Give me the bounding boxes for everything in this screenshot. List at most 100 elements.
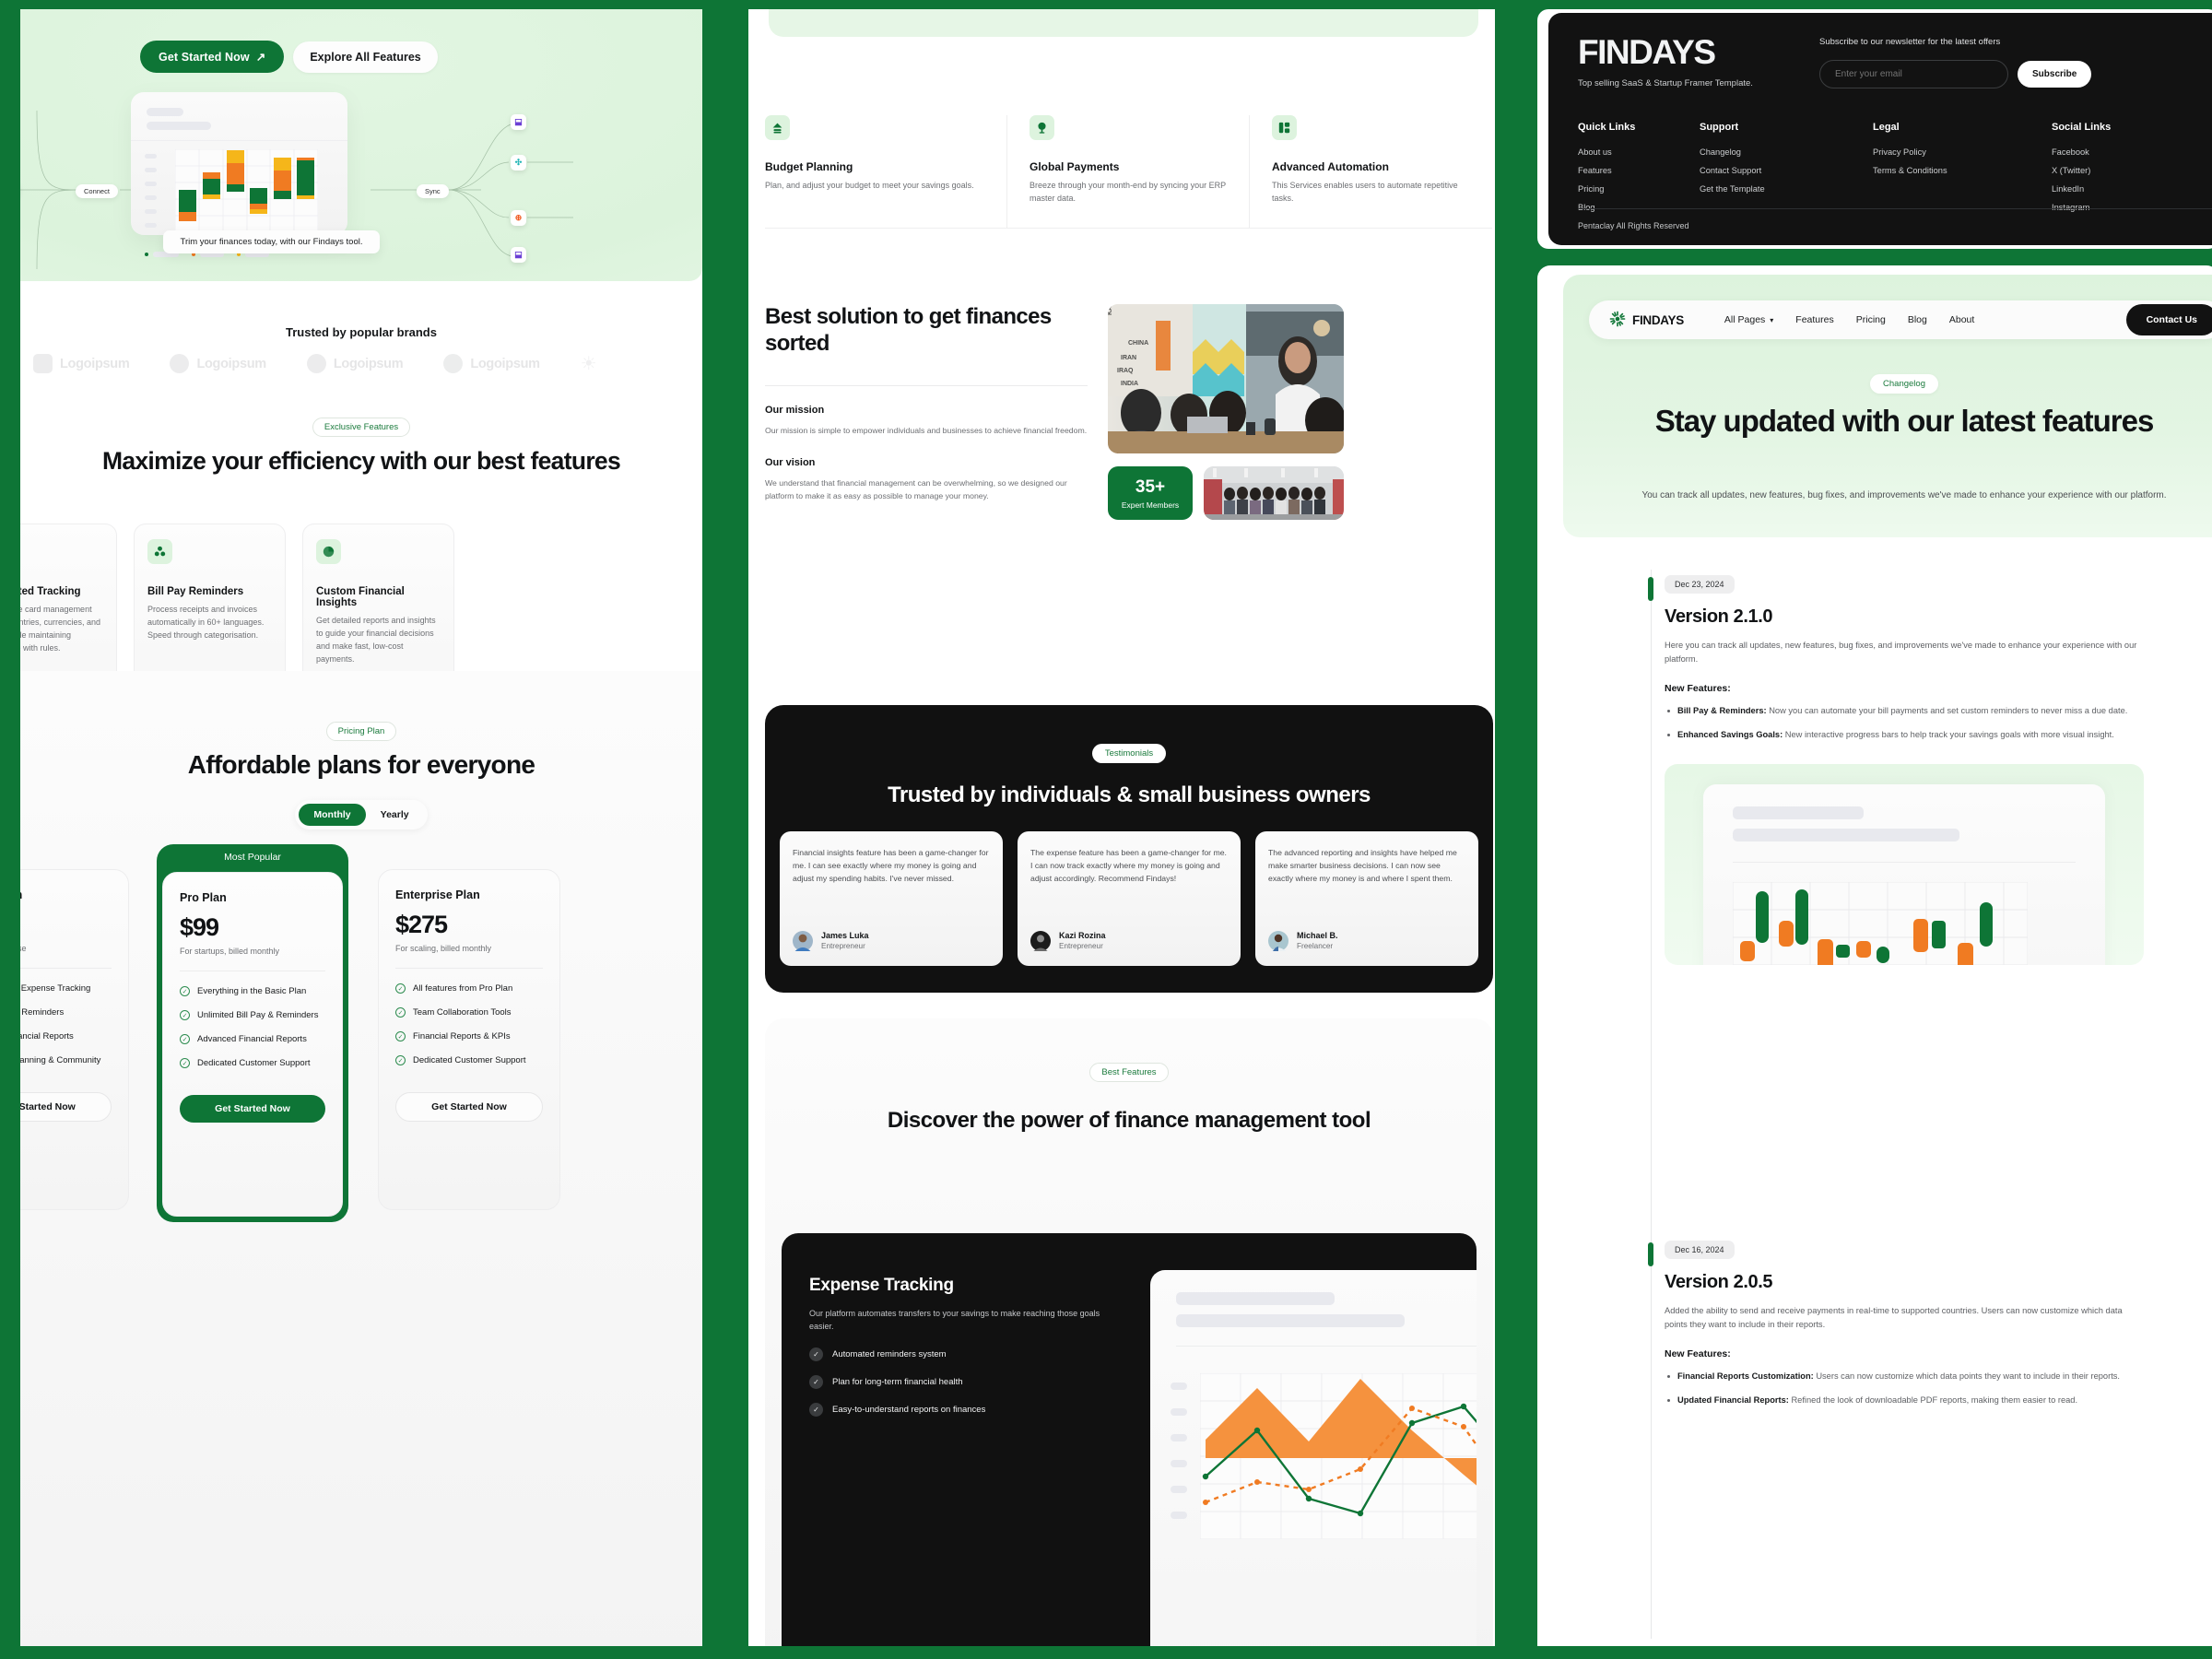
- feature-card-title: Automated Tracking: [20, 586, 81, 597]
- plan-feature: ✓ Everything in the Basic Plan: [180, 986, 325, 996]
- release-chart-card: [1703, 784, 2105, 966]
- logo-mark-icon: [306, 354, 326, 373]
- upload-icon: [765, 115, 790, 140]
- plan-feature: ✓ Unlimited Bill Pay & Reminders: [180, 1010, 325, 1020]
- trusted-brands-title: Trusted by popular brands: [286, 325, 437, 339]
- release-feature-item: Updated Financial Reports: Refined the l…: [1665, 1394, 2144, 1407]
- nav-link-features[interactable]: Features: [1795, 314, 1833, 325]
- plan-cta-basic[interactable]: Get Started Now: [20, 1092, 112, 1122]
- changelog-badge: Changelog: [1870, 374, 1938, 394]
- hero-cta-group: Get Started Now ↗ Explore All Features: [140, 41, 438, 73]
- nav-link-pricing[interactable]: Pricing: [1856, 314, 1886, 325]
- footer-link[interactable]: Contact Support: [1700, 166, 1873, 175]
- brand-logo: Logoipsum: [33, 354, 130, 373]
- newsletter-email-input[interactable]: [1819, 60, 2008, 88]
- cluster-icon: [147, 539, 172, 564]
- changelog-panel: FINDAYS All Pages ▾ Features Pricing Blog…: [1537, 265, 2212, 1659]
- mid-feature-desc: Breeze through your month-end by syncing…: [1030, 181, 1226, 203]
- billing-period-toggle[interactable]: Monthly Yearly: [295, 800, 428, 830]
- about-text-column: Best solution to get finances sorted Our…: [765, 304, 1088, 524]
- footer-panel: FINDAYS Top selling SaaS & Startup Frame…: [1537, 9, 2212, 249]
- footer-link[interactable]: Instagram: [2052, 203, 2212, 212]
- toggle-yearly[interactable]: Yearly: [366, 804, 424, 826]
- app-icon-2: ✣: [511, 155, 526, 171]
- plan-name: Enterprise Plan: [395, 888, 480, 901]
- svg-text:IRAQ: IRAQ: [1117, 368, 1134, 374]
- mid-feature: Advanced Automation This Services enable…: [1250, 115, 1492, 229]
- avatar: [1030, 930, 1051, 951]
- nav-link-blog[interactable]: Blog: [1908, 314, 1927, 325]
- panel-gutter-right: [1537, 249, 2212, 265]
- footer-link[interactable]: Changelog: [1700, 147, 1873, 157]
- release-version: Version 2.1.0: [1665, 606, 1773, 627]
- footer-link[interactable]: Features: [1578, 166, 1700, 175]
- footer-copyright: Pentaclay All Rights Reserved: [1578, 221, 1689, 230]
- newsletter-subscribe-button[interactable]: Subscribe: [2018, 61, 2092, 88]
- mid-feature-desc: This Services enables users to automate …: [1272, 181, 1458, 203]
- footer-link[interactable]: Blog: [1578, 203, 1700, 212]
- hero-dashboard-card: [131, 92, 347, 257]
- mid-feature: Budget Planning Plan, and adjust your bu…: [765, 115, 1007, 229]
- footer-link[interactable]: Pricing: [1578, 184, 1700, 194]
- check-icon: ✓: [180, 1058, 190, 1068]
- release-date: Dec 16, 2024: [1665, 1241, 1735, 1259]
- plan-cta-pro[interactable]: Get Started Now: [180, 1095, 325, 1123]
- footer-tagline: Top selling SaaS & Startup Framer Templa…: [1578, 78, 1753, 88]
- plan-feature: ✓Budget Planning & Community: [20, 1055, 101, 1065]
- svg-text:INDIA: INDIA: [1121, 381, 1138, 387]
- connect-node: Connect: [76, 184, 118, 198]
- frame-edge-bottom: [0, 1646, 2212, 1659]
- about-heading: Best solution to get finances sorted: [765, 304, 1052, 356]
- brand-logo: Logoipsum: [170, 354, 266, 373]
- release-feature-item: Financial Reports Customization: Users c…: [1665, 1370, 2144, 1383]
- expense-tracking-chart: [1200, 1373, 1477, 1539]
- nav-link-all-pages[interactable]: All Pages ▾: [1724, 314, 1773, 325]
- footer-link[interactable]: Terms & Conditions: [1873, 166, 2052, 175]
- plan-name: Pro Plan: [180, 891, 227, 904]
- hero-stacked-bar-chart: [175, 149, 318, 232]
- plan-price: $275: [395, 911, 448, 938]
- expense-tracking-desc: Our platform automates transfers to your…: [809, 1309, 1100, 1332]
- navbar-logo[interactable]: FINDAYS: [1609, 311, 1684, 330]
- release-feature-item: Enhanced Savings Goals: New interactive …: [1665, 728, 2144, 742]
- footer-link[interactable]: LinkedIn: [2052, 184, 2212, 194]
- footer-link[interactable]: Facebook: [2052, 147, 2212, 157]
- footer-logo: FINDAYS: [1578, 33, 1716, 71]
- footer-link[interactable]: Get the Template: [1700, 184, 1873, 194]
- footer-column-legal: Legal Privacy Policy Terms & Conditions: [1873, 122, 2052, 221]
- plan-feature: ✓Bill Pay & Reminders: [20, 1007, 65, 1018]
- contact-us-button[interactable]: Contact Us: [2125, 304, 2212, 335]
- stat-number: 35+: [1135, 477, 1166, 497]
- brand-logo-row: Logoipsum Logoipsum Logoipsum Logoipsum …: [20, 352, 702, 375]
- plan-feature: ✓ Financial Reports & KPIs: [395, 1031, 543, 1041]
- toggle-monthly[interactable]: Monthly: [299, 804, 366, 826]
- footer-column-quick-links: Quick Links About us Features Pricing Bl…: [1578, 122, 1700, 221]
- changelog-hero: FINDAYS All Pages ▾ Features Pricing Blog…: [1563, 275, 2212, 537]
- plan-sub: For scaling, billed monthly: [395, 944, 492, 953]
- plan-price: $99: [180, 913, 219, 941]
- plan-cta-enterprise[interactable]: Get Started Now: [395, 1092, 543, 1122]
- plan-feature: ✓ Dedicated Customer Support: [395, 1055, 543, 1065]
- footer-link[interactable]: X (Twitter): [2052, 166, 2212, 175]
- vision-title: Our vision: [765, 456, 816, 468]
- plan-feature: ✓ All features from Pro Plan: [395, 983, 543, 994]
- hero-caption: Trim your finances today, with our Finda…: [163, 230, 380, 253]
- nav-link-about[interactable]: About: [1949, 314, 1974, 325]
- footer-link[interactable]: About us: [1578, 147, 1700, 157]
- pie-chart-icon: [316, 539, 341, 564]
- explore-all-features-button[interactable]: Explore All Features: [293, 41, 438, 73]
- pricing-heading: Affordable plans for everyone: [187, 750, 535, 779]
- footer-link[interactable]: Privacy Policy: [1873, 147, 2052, 157]
- testimonial-author: Michael B. Freelancer: [1268, 930, 1465, 951]
- get-started-label: Get Started Now: [159, 50, 250, 64]
- landing-page-panel: Get Started Now ↗ Explore All Features ✳…: [20, 9, 702, 1650]
- vision-text: We understand that financial management …: [765, 477, 1067, 501]
- get-started-now-button[interactable]: Get Started Now ↗: [140, 41, 285, 73]
- release-feature-item: Bill Pay & Reminders: Now you can automa…: [1665, 704, 2144, 718]
- release-entry-1: Dec 23, 2024 Version 2.1.0 Here you can …: [1665, 575, 2144, 966]
- expense-tracking-panel: Expense Tracking Our platform automates …: [782, 1233, 1477, 1659]
- feature-card: Custom Financial Insights Get detailed r…: [302, 524, 454, 686]
- feature-card-desc: Get detailed reports and insights to gui…: [316, 616, 436, 664]
- testimonial-author: James Luka Entrepreneur: [793, 930, 990, 951]
- site-navbar: FINDAYS All Pages ▾ Features Pricing Blog…: [1589, 300, 2212, 339]
